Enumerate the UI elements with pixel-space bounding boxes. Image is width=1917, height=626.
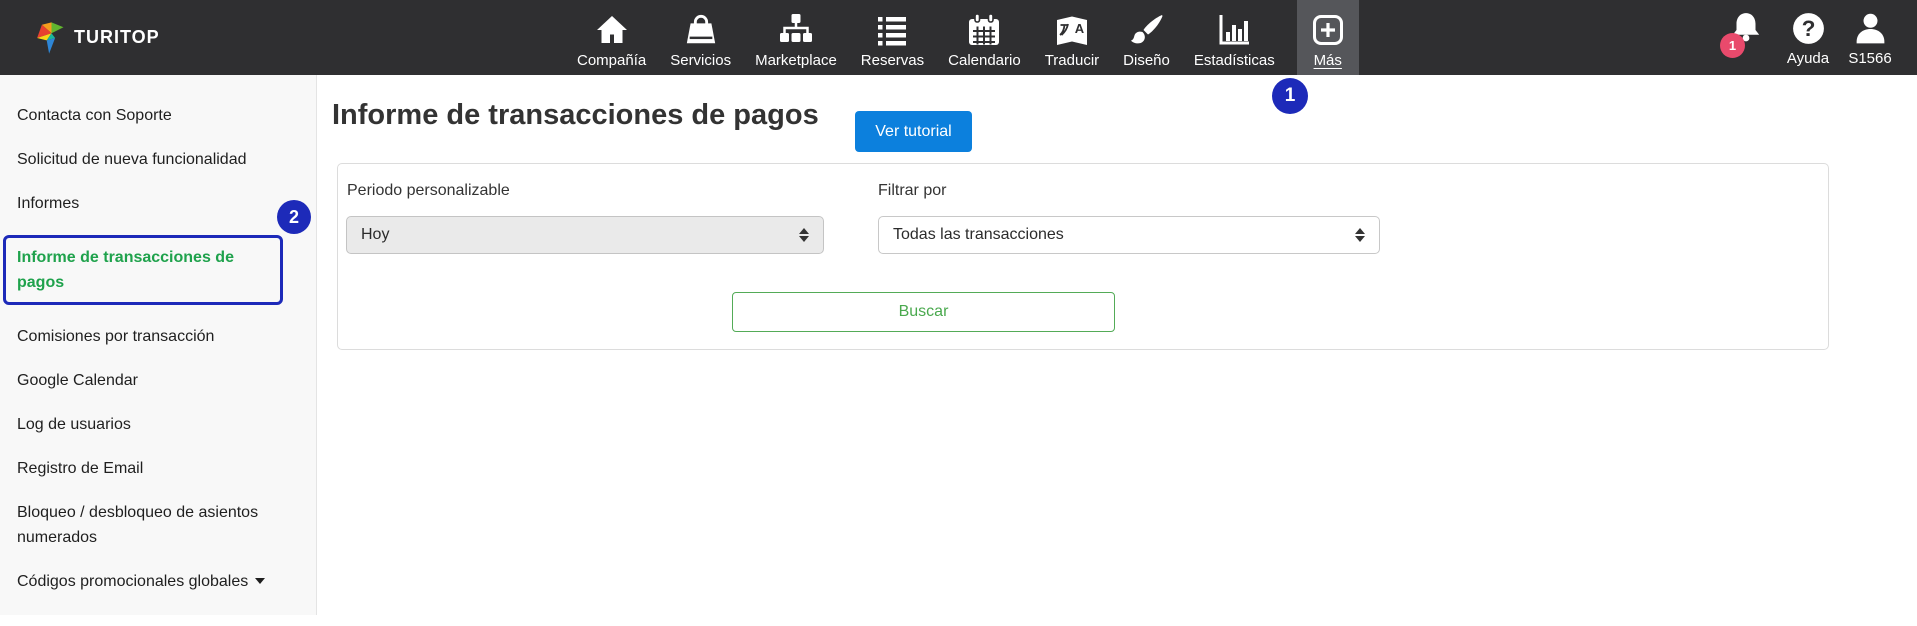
- chevron-down-icon: [255, 578, 266, 584]
- user-account-button[interactable]: S1566: [1846, 0, 1894, 67]
- period-select[interactable]: Hoy: [346, 216, 824, 254]
- sidebar-item-google-calendar[interactable]: Google Calendar: [17, 368, 288, 393]
- topbar-right-cluster: 1 ? Ayuda S1566: [1720, 0, 1894, 75]
- nav-item-servicios[interactable]: Servicios: [668, 0, 733, 75]
- sidebar-item-codigos-promocionales[interactable]: Códigos promocionales globales: [17, 569, 288, 594]
- svg-text:?: ?: [1801, 16, 1815, 41]
- sidebar-item-informe-transacciones-pagos[interactable]: Informe de transacciones de pagos: [3, 235, 283, 305]
- notifications-button[interactable]: 1: [1720, 0, 1770, 58]
- page-title: Informe de transacciones de pagos: [332, 99, 819, 131]
- turitop-logo-icon: [37, 20, 66, 56]
- svg-text:A: A: [1075, 21, 1085, 36]
- user-icon: [1852, 10, 1889, 47]
- top-navigation-bar: TURITOP Compañía Servicios Marketplace R…: [0, 0, 1917, 75]
- brand-logo[interactable]: TURITOP: [37, 0, 160, 75]
- filter-by-select-value: Todas las transacciones: [893, 226, 1064, 243]
- sidebar: Contacta con Soporte Solicitud de nueva …: [0, 75, 317, 615]
- nav-item-diseno[interactable]: Diseño: [1121, 0, 1172, 75]
- paintbrush-icon: [1129, 10, 1165, 50]
- bar-chart-icon: [1216, 10, 1252, 50]
- question-circle-icon: ?: [1790, 10, 1827, 47]
- brand-name: TURITOP: [74, 27, 160, 47]
- filter-by-label: Filtrar por: [878, 182, 947, 199]
- nav-item-label: Traducir: [1044, 52, 1100, 69]
- nav-item-traducir[interactable]: A Traducir: [1043, 0, 1101, 75]
- sidebar-item-registro-email[interactable]: Registro de Email: [17, 456, 288, 481]
- sidebar-item-comisiones-transaccion[interactable]: Comisiones por transacción: [17, 324, 288, 349]
- sidebar-item-bloqueo-asientos[interactable]: Bloqueo / desbloqueo de asientos numerad…: [17, 500, 288, 550]
- notification-count-badge: 1: [1720, 33, 1745, 58]
- select-arrows-icon: [1355, 228, 1365, 242]
- nav-item-label: Calendario: [948, 52, 1021, 69]
- nav-item-estadisticas[interactable]: Estadísticas: [1192, 0, 1277, 75]
- nav-item-label: Compañía: [577, 52, 647, 69]
- nav-item-label: Reservas: [860, 52, 925, 69]
- filter-by-select[interactable]: Todas las transacciones: [878, 216, 1380, 254]
- nav-item-label: Estadísticas: [1193, 52, 1275, 69]
- home-icon: [594, 10, 630, 50]
- nav-item-label: Más: [1313, 52, 1342, 69]
- period-label: Periodo personalizable: [347, 182, 510, 199]
- sidebar-item-log-usuarios[interactable]: Log de usuarios: [17, 412, 288, 437]
- sidebar-item-contacta-con-soporte[interactable]: Contacta con Soporte: [17, 103, 288, 128]
- nav-item-label: Servicios: [670, 52, 732, 69]
- nav-item-label: Diseño: [1123, 52, 1170, 69]
- nav-item-calendario[interactable]: Calendario: [946, 0, 1023, 75]
- nav-item-compania[interactable]: Compañía: [575, 0, 648, 75]
- plus-square-icon: [1310, 10, 1346, 50]
- help-button[interactable]: ? Ayuda: [1784, 0, 1832, 67]
- tutorial-step-1-badge: 1: [1272, 78, 1308, 114]
- nav-item-reservas[interactable]: Reservas: [859, 0, 926, 75]
- search-button[interactable]: Buscar: [732, 292, 1115, 332]
- help-label: Ayuda: [1786, 50, 1830, 67]
- shopping-bag-icon: [684, 10, 718, 50]
- sidebar-item-solicitud-funcionalidad[interactable]: Solicitud de nueva funcionalidad: [17, 147, 288, 172]
- tutorial-step-2-badge: 2: [277, 200, 311, 234]
- sidebar-item-label: Códigos promocionales globales: [17, 573, 249, 590]
- sitemap-icon: [778, 10, 814, 50]
- select-arrows-icon: [799, 228, 809, 242]
- view-tutorial-button[interactable]: Ver tutorial: [855, 111, 972, 152]
- period-select-value: Hoy: [361, 226, 390, 243]
- translate-icon: A: [1054, 10, 1090, 50]
- nav-item-label: Marketplace: [755, 52, 837, 69]
- nav-item-marketplace[interactable]: Marketplace: [753, 0, 839, 75]
- user-id-label: S1566: [1848, 50, 1892, 67]
- nav-item-mas[interactable]: Más: [1296, 0, 1359, 75]
- filter-panel: Periodo personalizable Hoy Filtrar por T…: [337, 163, 1829, 350]
- calendar-icon: [966, 10, 1002, 50]
- list-icon: [874, 10, 910, 50]
- sidebar-item-informes[interactable]: Informes: [17, 191, 288, 216]
- main-menu: Compañía Servicios Marketplace Reservas …: [575, 0, 1359, 75]
